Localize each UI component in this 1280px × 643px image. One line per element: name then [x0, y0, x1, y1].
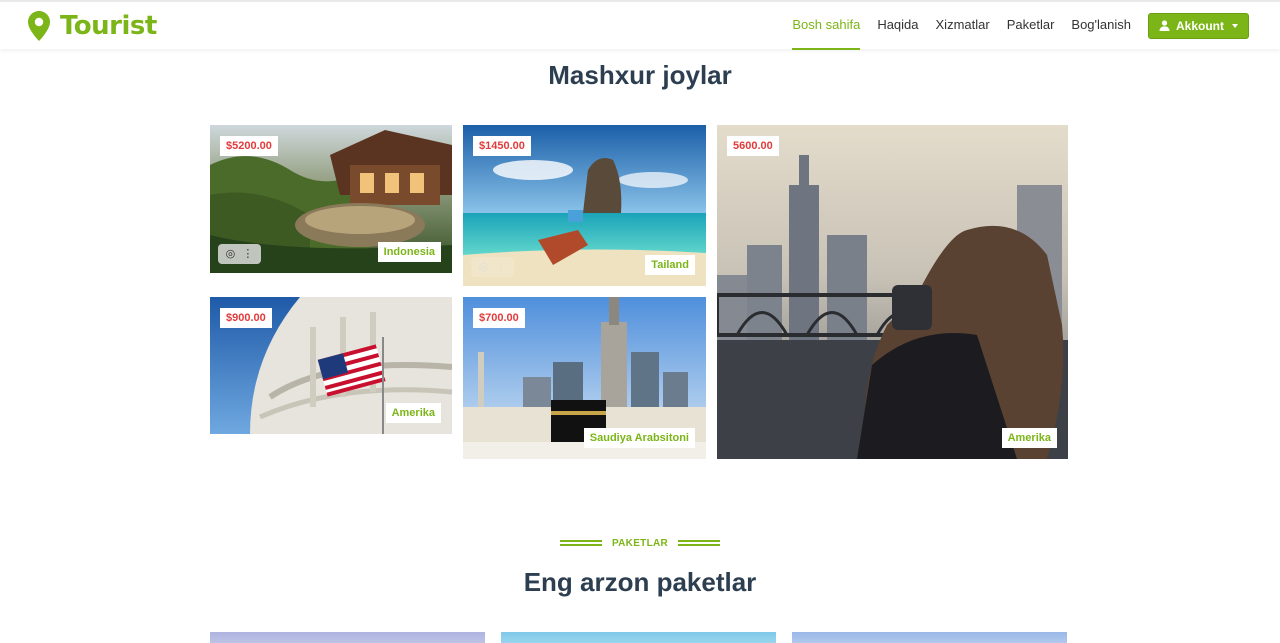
destination-card-amerika[interactable]: $900.00 Amerika [210, 297, 452, 434]
image-toolbar[interactable]: ◎ ⋮ [471, 257, 514, 277]
country-badge: Amerika [385, 403, 441, 423]
nav-contact[interactable]: Bog'lanish [1071, 2, 1131, 49]
brand-logo[interactable]: Tourist [28, 10, 157, 42]
nav-home[interactable]: Bosh sahifa [792, 2, 860, 50]
country-badge: Saudiya Arabsitoni [583, 428, 695, 448]
destination-card-indonesia[interactable]: $5200.00 Indonesia ◎ ⋮ [210, 125, 452, 273]
packages-eyebrow-text: PAKETLAR [611, 537, 669, 549]
decorative-lines-right [678, 539, 721, 547]
price-badge: $900.00 [220, 308, 272, 328]
more-options-icon: ⋮ [495, 260, 507, 273]
popular-section-title: Mashxur joylar [548, 60, 732, 90]
destination-image [717, 125, 1068, 459]
price-badge: $1450.00 [473, 136, 531, 156]
package-card[interactable] [501, 632, 776, 643]
price-badge: 5600.00 [727, 136, 779, 156]
more-options-icon: ⋮ [242, 247, 254, 260]
map-pin-icon [28, 11, 50, 41]
destination-card-saudiya-arabsitoni[interactable]: $700.00 Saudiya Arabsitoni [463, 297, 706, 459]
camera-icon: ◎ [225, 247, 236, 260]
account-label: Akkount [1176, 18, 1224, 33]
account-dropdown-button[interactable]: Akkount [1148, 12, 1249, 39]
packages-section-title: Eng arzon paketlar [523, 567, 757, 597]
price-badge: $700.00 [473, 308, 525, 328]
packages-eyebrow: PAKETLAR [0, 534, 1280, 552]
destination-card-tailand[interactable]: $1450.00 Tailand ◎ ⋮ [463, 125, 706, 286]
image-toolbar[interactable]: ◎ ⋮ [218, 244, 261, 264]
price-badge: $5200.00 [220, 136, 278, 156]
country-badge: Indonesia [377, 242, 441, 262]
chevron-down-icon [1232, 23, 1238, 28]
user-icon [1159, 20, 1170, 31]
package-card[interactable] [210, 632, 485, 643]
country-badge: Tailand [645, 255, 695, 275]
top-navbar: Tourist Bosh sahifa Haqida Xizmatlar Pak… [0, 0, 1280, 50]
decorative-lines-left [559, 539, 602, 547]
nav-packages[interactable]: Paketlar [1007, 2, 1055, 49]
camera-icon: ◎ [478, 260, 489, 273]
nav-services[interactable]: Xizmatlar [936, 2, 990, 49]
country-badge: Amerika [1001, 428, 1057, 448]
nav-about[interactable]: Haqida [877, 2, 918, 49]
package-card[interactable] [792, 632, 1067, 643]
main-nav: Bosh sahifa Haqida Xizmatlar Paketlar Bo… [775, 2, 1249, 50]
brand-name: Tourist [60, 11, 157, 41]
destination-card-amerika-large[interactable]: 5600.00 Amerika [717, 125, 1068, 459]
